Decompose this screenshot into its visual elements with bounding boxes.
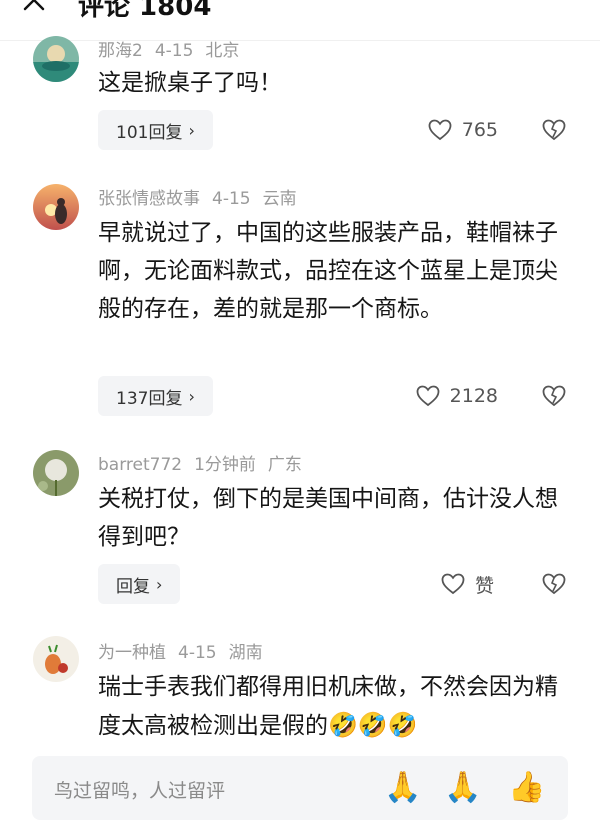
like-button[interactable]: 赞 xyxy=(441,564,494,604)
like-button[interactable]: 2128 xyxy=(416,376,498,416)
comment-meta: 张张情感故事 4-15 云南 xyxy=(98,184,309,209)
heart-icon xyxy=(416,385,440,407)
heart-icon xyxy=(428,119,452,141)
like-count: 765 xyxy=(461,119,498,141)
avatar[interactable] xyxy=(33,36,79,82)
comment-meta: barret772 1分钟前 广东 xyxy=(98,450,314,475)
comment-text: 这是掀桌子了吗！ xyxy=(98,70,282,96)
comment-text: 早就说过了，中国的这些服装产品，鞋帽袜子啊，无论面料款式，品控在这个蓝星上是顶尖… xyxy=(98,220,558,322)
chevron-right-icon: › xyxy=(156,574,163,594)
like-button[interactable]: 765 xyxy=(428,110,498,150)
comment-meta: 为一种植 4-15 湖南 xyxy=(98,638,275,663)
comment-date: 1分钟前 xyxy=(194,455,256,475)
reply-label: 101回复 xyxy=(116,122,183,143)
username[interactable]: 那海2 xyxy=(98,41,143,61)
page-title: 评论 1804 xyxy=(78,0,212,22)
username[interactable]: 为一种植 xyxy=(98,643,166,663)
reply-label: 回复 xyxy=(116,576,150,597)
comment-location: 北京 xyxy=(205,41,240,61)
comment-date: 4-15 xyxy=(154,41,194,61)
avatar[interactable] xyxy=(33,636,79,682)
quick-emoji-button[interactable]: 🙏 xyxy=(444,769,482,807)
dislike-icon[interactable] xyxy=(542,572,566,596)
comment-text: 关税打仗，倒下的是美国中间商，估计没人想得到吧？ xyxy=(98,486,558,550)
dislike-icon[interactable] xyxy=(542,384,566,408)
comment-date: 4-15 xyxy=(212,189,251,209)
reply-label: 137回复 xyxy=(116,388,183,409)
chevron-right-icon: › xyxy=(188,386,195,406)
avatar[interactable] xyxy=(33,184,79,230)
comment-location: 云南 xyxy=(262,189,297,209)
reply-button[interactable]: 回复 › xyxy=(98,564,181,604)
username[interactable]: 张张情感故事 xyxy=(98,189,200,209)
like-count: 2128 xyxy=(449,385,498,407)
comment-input-placeholder[interactable]: 鸟过留鸣，人过留评 xyxy=(54,776,225,803)
chevron-right-icon: › xyxy=(188,120,195,140)
comment-input-bar[interactable]: 鸟过留鸣，人过留评 🙏 🙏 👍 xyxy=(32,756,568,820)
comment-location: 广东 xyxy=(267,455,302,475)
username[interactable]: barret772 xyxy=(98,455,182,475)
comment-meta: 那海2 4-15 北京 xyxy=(98,36,251,61)
view-replies-button[interactable]: 137回复 › xyxy=(98,376,213,416)
close-icon[interactable] xyxy=(22,0,46,12)
view-replies-button[interactable]: 101回复 › xyxy=(98,110,213,150)
avatar[interactable] xyxy=(33,450,79,496)
comment-date: 4-15 xyxy=(178,643,217,663)
comment-location: 湖南 xyxy=(228,643,263,663)
dislike-icon[interactable] xyxy=(542,118,566,142)
like-label: 赞 xyxy=(474,574,494,597)
quick-emoji-button[interactable]: 👍 xyxy=(508,769,546,807)
heart-icon xyxy=(441,573,465,595)
comment-text: 瑞士手表我们都得用旧机床做，不然会因为精度太高被检测出是假的🤣🤣🤣 xyxy=(98,668,563,745)
comments-header: 评论 1804 xyxy=(0,0,600,41)
laughing-crying-emoji: 🤣🤣🤣 xyxy=(328,711,418,739)
quick-emoji-button[interactable]: 🙏 xyxy=(384,769,422,807)
